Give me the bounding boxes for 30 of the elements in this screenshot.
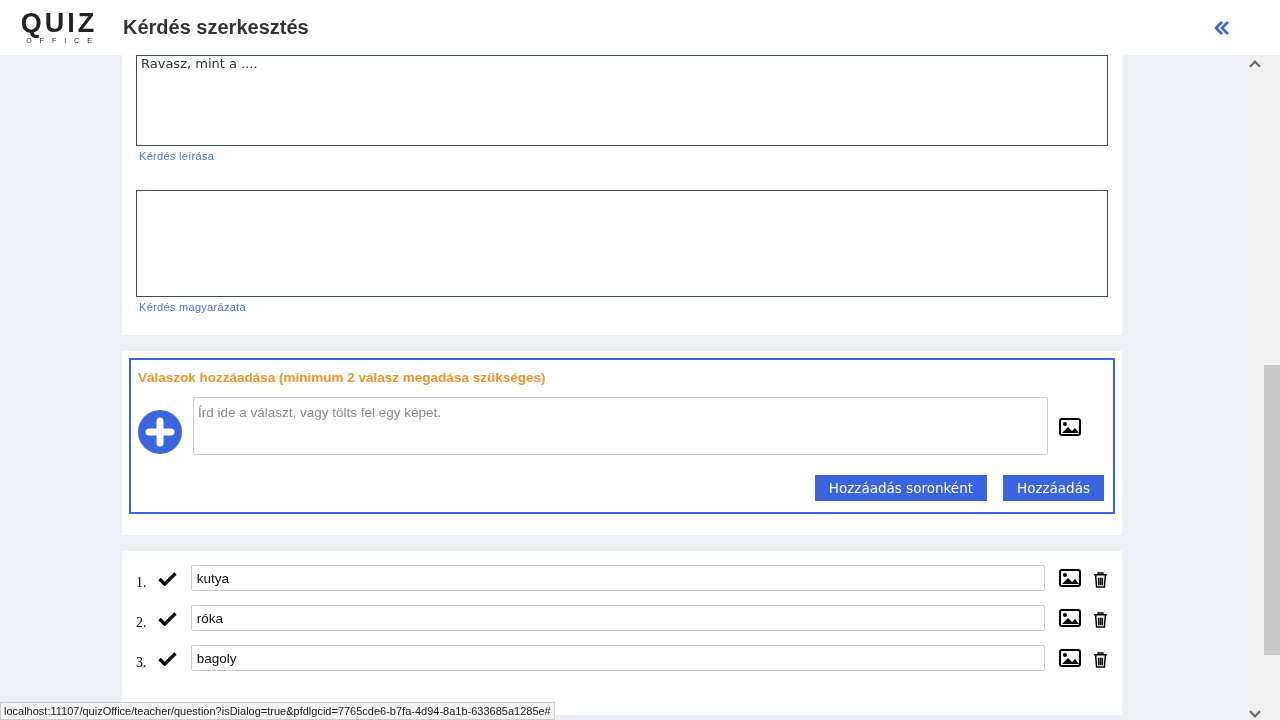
field-label: Kérdés magyarázata (139, 301, 247, 313)
page-title: Kérdés szerkesztés (123, 16, 309, 39)
add-icon[interactable] (138, 410, 182, 454)
section-title: Válaszok hozzáadása (minimum 2 válasz megadása szükséges) (138, 370, 546, 385)
image-icon[interactable] (1059, 418, 1081, 436)
answer-field[interactable]: kutya (190, 565, 1045, 591)
collapse-icon[interactable] (1214, 19, 1230, 36)
image-icon[interactable] (1059, 569, 1081, 587)
scrollbar[interactable] (1264, 55, 1280, 720)
image-icon[interactable] (1059, 649, 1081, 667)
add-button[interactable]: Hozzáadás soronként (814, 475, 987, 501)
answer-field[interactable]: bagoly (190, 645, 1045, 671)
answer-number: 3. (136, 654, 148, 671)
add-button[interactable]: Hozzáadás (1003, 475, 1104, 501)
answer-number: 1. (136, 574, 148, 591)
check-icon[interactable] (157, 610, 177, 626)
delete-icon[interactable] (1093, 571, 1108, 589)
delete-icon[interactable] (1093, 651, 1108, 669)
description-field[interactable]: Ravasz, mint a .... (136, 55, 1108, 146)
image-icon[interactable] (1059, 609, 1081, 627)
explanation-field[interactable] (136, 190, 1108, 297)
check-icon[interactable] (157, 570, 177, 586)
check-icon[interactable] (157, 650, 177, 666)
answer-field[interactable]: Írd ide a választ, vagy tölts fel egy képet. (193, 397, 1048, 455)
answer-field[interactable]: róka (190, 605, 1045, 631)
delete-icon[interactable] (1093, 611, 1108, 629)
status-bar-url: localhost:11107/quizOffice/teacher/question?isDialog=true&pfdlgcid=7765cde6-b7fa-4d94-8a1b-633685a1285e# (0, 702, 555, 720)
scrollbar[interactable] (1247, 55, 1263, 720)
answer-number: 2. (136, 614, 148, 631)
field-label: Kérdés leírása (139, 150, 216, 162)
